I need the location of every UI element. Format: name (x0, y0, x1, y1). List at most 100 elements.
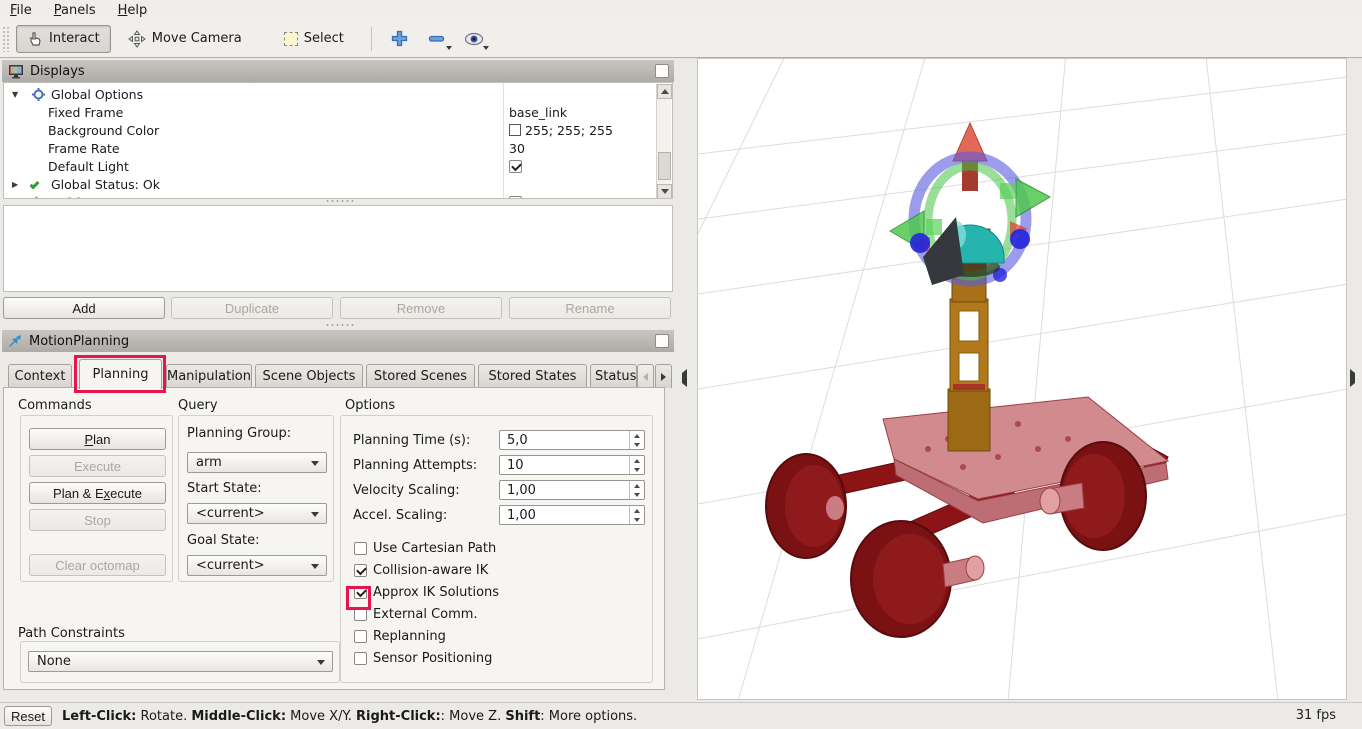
path-constraints-dropdown[interactable]: None (28, 651, 333, 672)
expand-right-panel-handle[interactable] (1350, 373, 1355, 383)
displays-tree[interactable]: ▼ Global Options Fixed Frame base_link B… (3, 82, 673, 199)
menu-help[interactable]: Help (118, 3, 148, 18)
tab-manipulation[interactable]: Manipulation (166, 364, 252, 388)
ground-grid (698, 59, 1347, 700)
approx-ik-solutions-checkbox[interactable] (354, 586, 367, 599)
tree-label: Background Color (48, 123, 159, 138)
use-cartesian-path-checkbox[interactable] (354, 542, 367, 555)
planning-attempts-input[interactable]: 10 (499, 455, 645, 475)
duplicate-display-button[interactable]: Duplicate (171, 297, 333, 319)
scroll-down-button[interactable] (657, 184, 672, 199)
expander-closed-icon[interactable]: ▶ (12, 180, 22, 189)
rename-display-button[interactable]: Rename (509, 297, 671, 319)
plan-button[interactable]: Plan (29, 428, 166, 450)
clear-octomap-button[interactable]: Clear octomap (29, 554, 166, 576)
select-tool-button[interactable]: Select (273, 25, 355, 53)
tree-row-frame-rate[interactable]: Frame Rate 30 (4, 139, 672, 157)
collision-aware-ik-option[interactable]: Collision-aware IK (354, 563, 488, 578)
menu-panels[interactable]: Panels (54, 3, 96, 18)
scrollbar-thumb[interactable] (658, 152, 671, 180)
sensor-positioning-checkbox[interactable] (354, 652, 367, 665)
scroll-up-button[interactable] (657, 84, 672, 99)
status-bar: Reset Left-Click: Rotate. Middle-Click: … (0, 702, 1362, 729)
color-swatch[interactable] (509, 124, 521, 136)
tab-stored-states[interactable]: Stored States (478, 364, 587, 388)
toolbar-separator (371, 27, 372, 51)
expander-open-icon[interactable]: ▼ (12, 90, 22, 99)
tab-status[interactable]: Status (590, 364, 637, 388)
tree-scrollbar[interactable] (656, 84, 671, 199)
chevron-down-icon[interactable] (446, 46, 452, 50)
goal-state-dropdown[interactable]: <current> (187, 555, 327, 576)
tab-stored-scenes[interactable]: Stored Scenes (366, 364, 475, 388)
splitter-handle[interactable] (325, 323, 355, 327)
interact-tool-button[interactable]: Interact (16, 25, 111, 53)
commands-group: Plan Execute Plan & Execute Stop Clear o… (20, 415, 173, 582)
tree-row-default-light[interactable]: Default Light (4, 157, 672, 175)
options-group: Planning Time (s): 5,0 Planning Attempts… (340, 415, 653, 683)
tree-row-global-status[interactable]: ▶ Global Status: Ok (4, 175, 672, 193)
move-camera-tool-button[interactable]: Move Camera (117, 25, 253, 53)
expander-closed-icon[interactable]: ▶ (12, 198, 22, 200)
menu-file[interactable]: File (10, 3, 32, 18)
spinner-buttons[interactable] (629, 506, 644, 524)
toolbar-grip[interactable] (2, 26, 10, 52)
velocity-scaling-input[interactable]: 1,00 (499, 480, 645, 500)
reset-button[interactable]: Reset (4, 706, 52, 726)
chevron-down-icon (311, 461, 319, 466)
add-display-button[interactable]: Add (3, 297, 165, 319)
plus-icon (391, 30, 408, 47)
zoom-out-tool-button[interactable] (422, 25, 452, 53)
remove-display-button[interactable]: Remove (340, 297, 502, 319)
spinner-buttons[interactable] (629, 431, 644, 449)
panel-float-button[interactable] (655, 64, 669, 78)
tree-value[interactable]: base_link (509, 105, 567, 120)
grid-checkbox[interactable] (509, 196, 522, 200)
3d-viewport[interactable] (697, 58, 1347, 700)
displays-panel-header[interactable]: Displays (2, 60, 674, 82)
collapse-left-panel-handle[interactable] (682, 373, 687, 383)
default-light-checkbox[interactable] (509, 160, 522, 173)
tree-label: Fixed Frame (48, 105, 123, 120)
tab-scroll-left-button[interactable] (637, 364, 654, 388)
tree-label: Global Status: Ok (51, 177, 160, 192)
tab-context[interactable]: Context (8, 364, 72, 388)
tab-scroll-right-button[interactable] (655, 364, 672, 388)
use-cartesian-path-option[interactable]: Use Cartesian Path (354, 541, 496, 556)
spinner-buttons[interactable] (629, 456, 644, 474)
plan-and-execute-button[interactable]: Plan & Execute (29, 482, 166, 504)
interact-label: Interact (49, 31, 100, 46)
motionplanning-panel-title: MotionPlanning (29, 334, 129, 349)
chevron-down-icon (311, 564, 319, 569)
approx-ik-solutions-option[interactable]: Approx IK Solutions (354, 585, 499, 600)
external-comm-checkbox[interactable] (354, 608, 367, 621)
tree-label-grid: Grid (51, 195, 81, 200)
tree-label: Frame Rate (48, 141, 120, 156)
chevron-down-icon[interactable] (483, 46, 489, 50)
tree-value[interactable]: 30 (509, 141, 525, 156)
planning-time-input[interactable]: 5,0 (499, 430, 645, 450)
splitter-handle[interactable] (325, 199, 355, 203)
external-comm-option[interactable]: External Comm. (354, 607, 478, 622)
tree-row-fixed-frame[interactable]: Fixed Frame base_link (4, 103, 672, 121)
zoom-in-tool-button[interactable] (388, 25, 412, 53)
viewport-help-text: Left-Click: Rotate. Middle-Click: Move X… (62, 709, 637, 724)
spinner-buttons[interactable] (629, 481, 644, 499)
motionplanning-icon (8, 334, 23, 349)
accel-scaling-input[interactable]: 1,00 (499, 505, 645, 525)
tree-row-background-color[interactable]: Background Color 255; 255; 255 (4, 121, 672, 139)
replanning-option[interactable]: Replanning (354, 629, 446, 644)
planning-group-dropdown[interactable]: arm (187, 452, 327, 473)
panel-float-button[interactable] (655, 334, 669, 348)
tab-scene-objects[interactable]: Scene Objects (255, 364, 363, 388)
tab-planning[interactable]: Planning (79, 359, 162, 389)
stop-button[interactable]: Stop (29, 509, 166, 531)
start-state-dropdown[interactable]: <current> (187, 503, 327, 524)
replanning-checkbox[interactable] (354, 630, 367, 643)
motionplanning-panel-header[interactable]: MotionPlanning (2, 330, 674, 352)
tree-row-global-options[interactable]: ▼ Global Options (4, 85, 672, 103)
collision-aware-ik-checkbox[interactable] (354, 564, 367, 577)
sensor-positioning-option[interactable]: Sensor Positioning (354, 651, 492, 666)
camera-view-tool-button[interactable] (458, 25, 490, 53)
execute-button[interactable]: Execute (29, 455, 166, 477)
